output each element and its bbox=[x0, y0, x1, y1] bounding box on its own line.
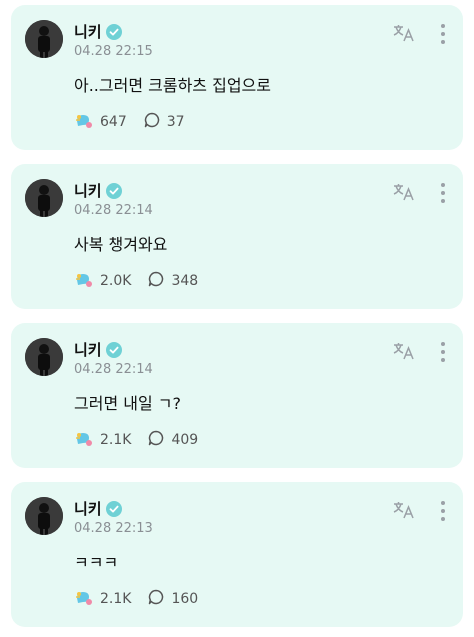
like-button[interactable]: 647 bbox=[74, 111, 127, 133]
avatar[interactable] bbox=[25, 179, 63, 217]
like-button[interactable]: 2.1K bbox=[74, 429, 131, 451]
post-card[interactable]: 니키 04.28 22:14 사복 챙겨와요 2.0K 348 bbox=[11, 164, 463, 309]
verified-badge-icon bbox=[105, 341, 122, 358]
post-text: 사복 챙겨와요 bbox=[74, 235, 168, 254]
more-options-icon[interactable] bbox=[440, 501, 446, 521]
comment-button[interactable]: 160 bbox=[147, 588, 198, 610]
like-count: 2.1K bbox=[100, 432, 132, 448]
more-options-icon[interactable] bbox=[440, 24, 446, 44]
post-timestamp: 04.28 22:14 bbox=[74, 362, 153, 377]
comment-button[interactable]: 409 bbox=[147, 429, 198, 451]
author-name[interactable]: 니키 bbox=[74, 339, 102, 360]
like-count: 2.1K bbox=[100, 591, 132, 607]
like-count: 2.0K bbox=[100, 273, 132, 289]
post-timestamp: 04.28 22:14 bbox=[74, 203, 153, 218]
comment-count: 37 bbox=[166, 114, 185, 130]
more-options-icon[interactable] bbox=[440, 183, 446, 203]
post-text: 아..그러면 크롬하츠 집업으로 bbox=[74, 76, 271, 95]
translate-icon[interactable] bbox=[393, 24, 415, 42]
like-button[interactable]: 2.0K bbox=[74, 270, 131, 292]
post-card[interactable]: 니키 04.28 22:14 그러면 내일 ㄱ? 2.1K 409 bbox=[11, 323, 463, 468]
comment-count: 409 bbox=[171, 432, 199, 448]
avatar[interactable] bbox=[25, 338, 63, 376]
post-timestamp: 04.28 22:13 bbox=[74, 521, 153, 536]
post-feed: 니키 04.28 22:15 아..그러면 크롬하츠 집업으로 647 37 니… bbox=[0, 0, 474, 637]
like-button[interactable]: 2.1K bbox=[74, 588, 131, 610]
post-card[interactable]: 니키 04.28 22:15 아..그러면 크롬하츠 집업으로 647 37 bbox=[11, 5, 463, 150]
avatar[interactable] bbox=[25, 497, 63, 535]
translate-icon[interactable] bbox=[393, 183, 415, 201]
reaction-icon bbox=[74, 588, 94, 610]
avatar[interactable] bbox=[25, 20, 63, 58]
like-count: 647 bbox=[100, 114, 127, 130]
post-text: ㅋㅋㅋ bbox=[74, 553, 119, 572]
comment-icon bbox=[143, 111, 161, 133]
verified-badge-icon bbox=[105, 500, 122, 517]
comment-button[interactable]: 348 bbox=[147, 270, 198, 292]
comment-icon bbox=[147, 429, 165, 451]
author-name[interactable]: 니키 bbox=[74, 180, 102, 201]
author-name[interactable]: 니키 bbox=[74, 498, 102, 519]
comment-icon bbox=[147, 270, 165, 292]
verified-badge-icon bbox=[105, 23, 122, 40]
translate-icon[interactable] bbox=[393, 501, 415, 519]
post-timestamp: 04.28 22:15 bbox=[74, 44, 153, 59]
post-card[interactable]: 니키 04.28 22:13 ㅋㅋㅋ 2.1K 160 bbox=[11, 482, 463, 627]
comment-count: 160 bbox=[171, 591, 199, 607]
author-name[interactable]: 니키 bbox=[74, 21, 102, 42]
translate-icon[interactable] bbox=[393, 342, 415, 360]
reaction-icon bbox=[74, 270, 94, 292]
comment-icon bbox=[147, 588, 165, 610]
verified-badge-icon bbox=[105, 182, 122, 199]
comment-count: 348 bbox=[171, 273, 199, 289]
reaction-icon bbox=[74, 429, 94, 451]
more-options-icon[interactable] bbox=[440, 342, 446, 362]
comment-button[interactable]: 37 bbox=[143, 111, 185, 133]
reaction-icon bbox=[74, 111, 94, 133]
post-text: 그러면 내일 ㄱ? bbox=[74, 394, 181, 413]
